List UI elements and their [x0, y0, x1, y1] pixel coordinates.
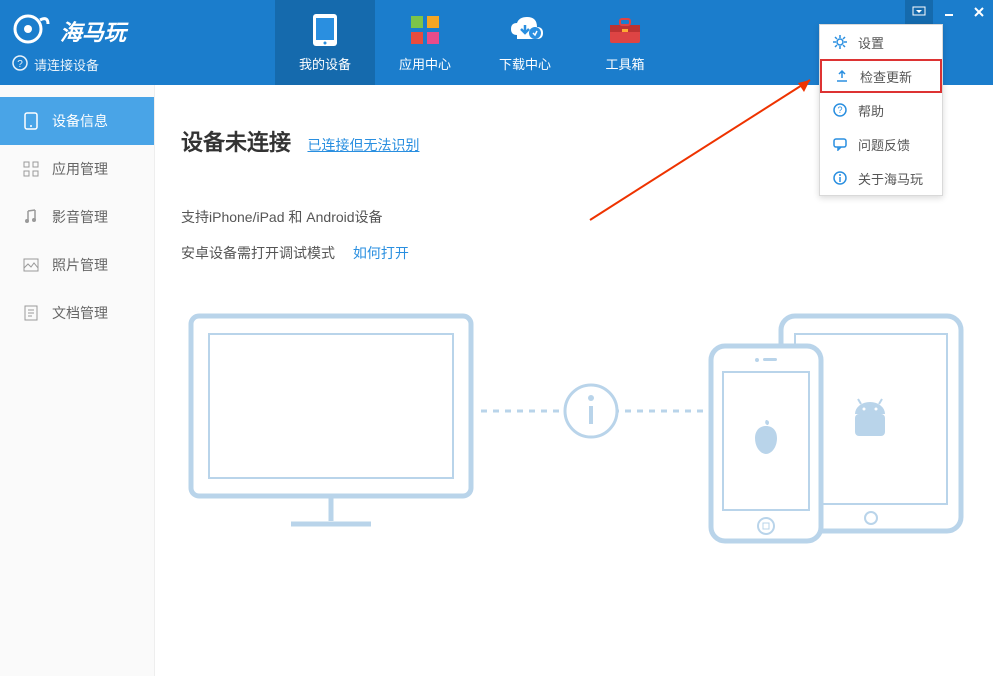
- help-circle-icon: ?: [832, 102, 848, 118]
- menu-item-feedback[interactable]: 问题反馈: [820, 127, 942, 161]
- menu-label: 设置: [858, 33, 884, 52]
- menu-label: 检查更新: [860, 67, 912, 86]
- minimize-button[interactable]: [935, 0, 963, 24]
- menu-item-about[interactable]: 关于海马玩: [820, 161, 942, 195]
- sidebar-item-doc-manage[interactable]: 文档管理: [0, 289, 154, 337]
- menu-label: 帮助: [858, 101, 884, 120]
- sidebar: 设备信息 应用管理 影音管理 照片管理 文档管理: [0, 85, 155, 676]
- link-how-to-open[interactable]: 如何打开: [353, 245, 409, 261]
- sidebar-item-media-manage[interactable]: 影音管理: [0, 193, 154, 241]
- menu-dropdown-button[interactable]: [905, 0, 933, 24]
- menu-label: 问题反馈: [858, 135, 910, 154]
- menu-item-check-update[interactable]: 检查更新: [820, 59, 942, 93]
- illustration: [181, 306, 967, 546]
- image-icon: [22, 256, 40, 274]
- toolbox-icon: [607, 12, 643, 48]
- grid-icon: [22, 160, 40, 178]
- menu-item-settings[interactable]: 设置: [820, 25, 942, 59]
- page-title: 设备未连接: [181, 125, 291, 157]
- tab-my-device[interactable]: 我的设备: [275, 0, 375, 85]
- brand: 海马玩 ? 请连接设备: [0, 0, 155, 85]
- brand-subtitle: 请连接设备: [34, 55, 99, 74]
- tab-label: 工具箱: [605, 54, 644, 73]
- device-icon: [22, 112, 40, 130]
- phone-icon: [307, 12, 343, 48]
- link-cannot-recognize[interactable]: 已连接但无法识别: [307, 137, 419, 153]
- chat-icon: [832, 136, 848, 152]
- sidebar-item-photo-manage[interactable]: 照片管理: [0, 241, 154, 289]
- tab-download-center[interactable]: 下载中心: [475, 0, 575, 85]
- gear-icon: [832, 34, 848, 50]
- support-text: 支持iPhone/iPad 和 Android设备: [181, 207, 967, 227]
- sidebar-item-device-info[interactable]: 设备信息: [0, 97, 154, 145]
- sidebar-label: 文档管理: [52, 303, 108, 323]
- window-controls: [905, 0, 993, 24]
- sidebar-item-app-manage[interactable]: 应用管理: [0, 145, 154, 193]
- sidebar-label: 设备信息: [52, 111, 108, 131]
- tab-label: 应用中心: [399, 54, 451, 73]
- sidebar-label: 应用管理: [52, 159, 108, 179]
- svg-text:?: ?: [837, 105, 842, 115]
- tab-label: 我的设备: [299, 54, 351, 73]
- tabs: 我的设备 应用中心 下载中心 工具箱: [275, 0, 675, 85]
- cloud-download-icon: [507, 12, 543, 48]
- tab-toolbox[interactable]: 工具箱: [575, 0, 675, 85]
- brand-title: 海马玩: [60, 15, 126, 47]
- debug-text: 安卓设备需打开调试模式: [181, 245, 335, 261]
- upload-icon: [834, 68, 850, 84]
- document-icon: [22, 304, 40, 322]
- logo-icon: [12, 12, 52, 51]
- tab-app-center[interactable]: 应用中心: [375, 0, 475, 85]
- help-icon[interactable]: ?: [12, 55, 28, 74]
- music-icon: [22, 208, 40, 226]
- dropdown-menu: 设置 检查更新 ? 帮助 问题反馈 关于海马玩: [819, 24, 943, 196]
- sidebar-label: 影音管理: [52, 207, 108, 227]
- tab-label: 下载中心: [499, 54, 551, 73]
- info-icon: [832, 170, 848, 186]
- close-button[interactable]: [965, 0, 993, 24]
- menu-label: 关于海马玩: [858, 169, 923, 188]
- svg-text:?: ?: [17, 59, 23, 70]
- menu-item-help[interactable]: ? 帮助: [820, 93, 942, 127]
- sidebar-label: 照片管理: [52, 255, 108, 275]
- apps-icon: [407, 12, 443, 48]
